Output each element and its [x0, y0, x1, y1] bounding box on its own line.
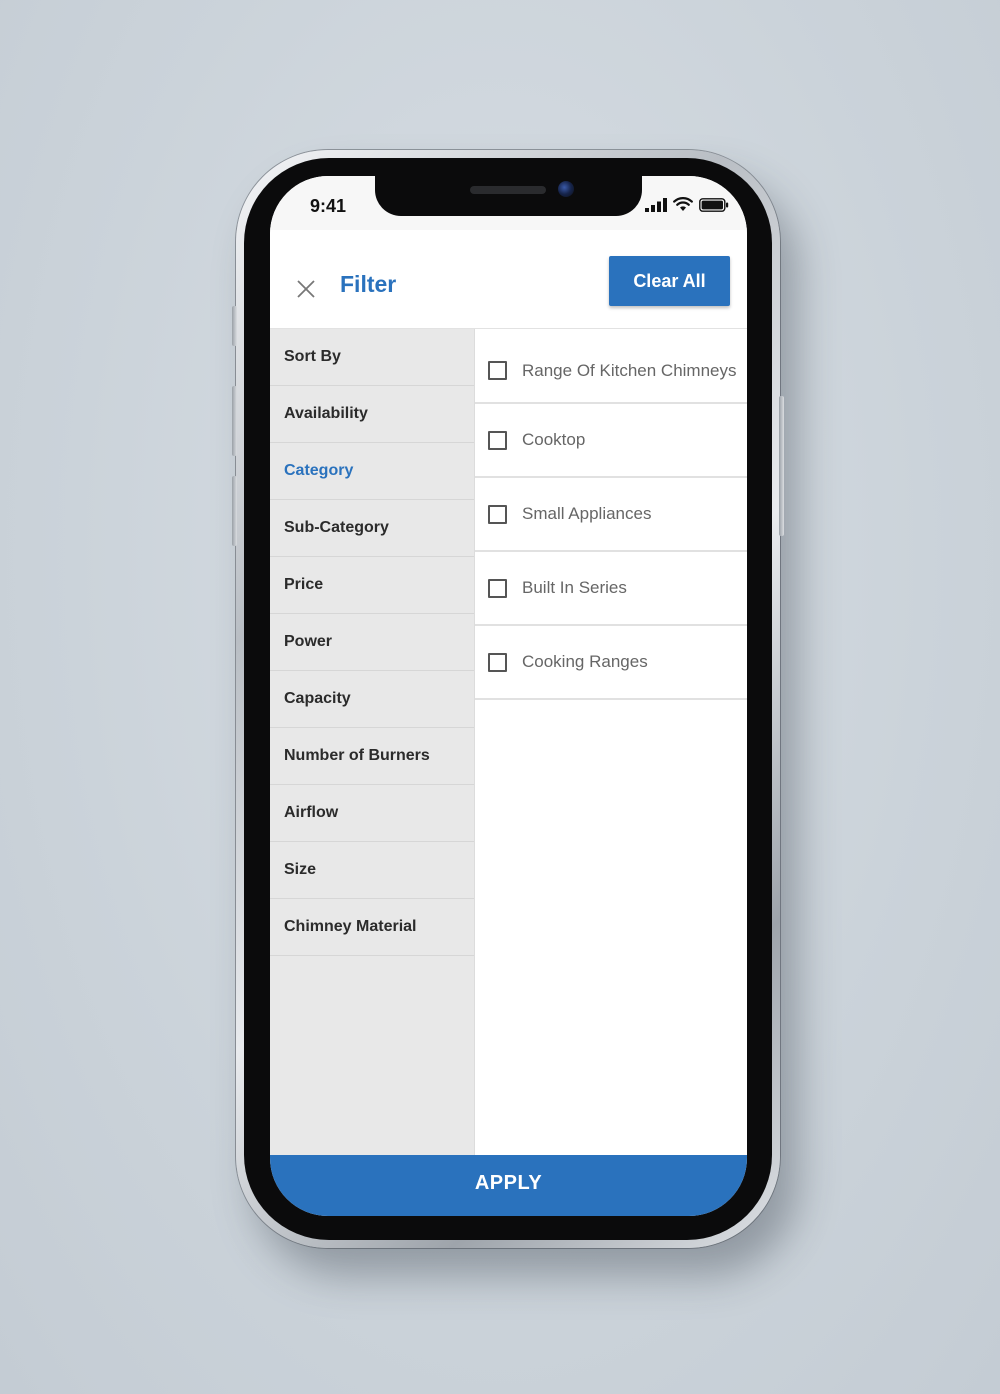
option-label: Cooktop: [522, 430, 586, 449]
menu-item-capacity[interactable]: Capacity: [270, 671, 474, 728]
menu-item-category[interactable]: Category: [270, 443, 474, 500]
phone-screen: 9:41 Filter Clear All Sort By Availabili…: [270, 176, 747, 1216]
page-title: Filter: [340, 271, 397, 297]
option-small-appliances[interactable]: Small Appliances: [475, 478, 747, 552]
volume-down-button: [232, 476, 237, 546]
filter-header: Filter Clear All: [270, 230, 747, 329]
wifi-icon: [673, 197, 693, 211]
checkbox[interactable]: [488, 504, 507, 524]
speaker-grille: [470, 186, 546, 194]
filter-category-menu: Sort By Availability Category Sub-Catego…: [270, 329, 475, 1155]
checkbox[interactable]: [488, 652, 507, 672]
power-button: [779, 396, 784, 536]
menu-item-availability[interactable]: Availability: [270, 386, 474, 443]
option-range-of-kitchen-chimneys[interactable]: Range Of Kitchen Chimneys: [475, 329, 747, 404]
clear-all-button[interactable]: Clear All: [609, 256, 730, 306]
volume-up-button: [232, 386, 237, 456]
option-label: Small Appliances: [522, 504, 652, 523]
menu-item-airflow[interactable]: Airflow: [270, 785, 474, 842]
option-label: Built In Series: [522, 578, 627, 597]
option-label: Range Of Kitchen Chimneys: [522, 360, 737, 380]
menu-item-price[interactable]: Price: [270, 557, 474, 614]
option-label: Cooking Ranges: [522, 652, 648, 671]
menu-item-sort-by[interactable]: Sort By: [270, 329, 474, 386]
checkbox[interactable]: [488, 430, 507, 450]
menu-item-size[interactable]: Size: [270, 842, 474, 899]
silent-switch: [232, 306, 237, 346]
close-button[interactable]: [292, 275, 320, 303]
menu-item-power[interactable]: Power: [270, 614, 474, 671]
category-options-list: Range Of Kitchen Chimneys Cooktop Small …: [475, 329, 747, 1155]
status-time: 9:41: [310, 196, 347, 216]
signal-icon: [645, 198, 667, 212]
checkbox[interactable]: [488, 578, 507, 598]
option-cooking-ranges[interactable]: Cooking Ranges: [475, 626, 747, 700]
menu-item-number-of-burners[interactable]: Number of Burners: [270, 728, 474, 785]
apply-button[interactable]: APPLY: [270, 1155, 747, 1216]
option-cooktop[interactable]: Cooktop: [475, 404, 747, 478]
notch: [375, 176, 642, 216]
close-icon: [297, 280, 315, 298]
battery-icon: [699, 198, 729, 212]
menu-item-sub-category[interactable]: Sub-Category: [270, 500, 474, 557]
status-icons: [645, 197, 729, 212]
menu-item-chimney-material[interactable]: Chimney Material: [270, 899, 474, 956]
front-camera: [558, 181, 574, 197]
checkbox[interactable]: [488, 361, 507, 380]
option-built-in-series[interactable]: Built In Series: [475, 552, 747, 626]
